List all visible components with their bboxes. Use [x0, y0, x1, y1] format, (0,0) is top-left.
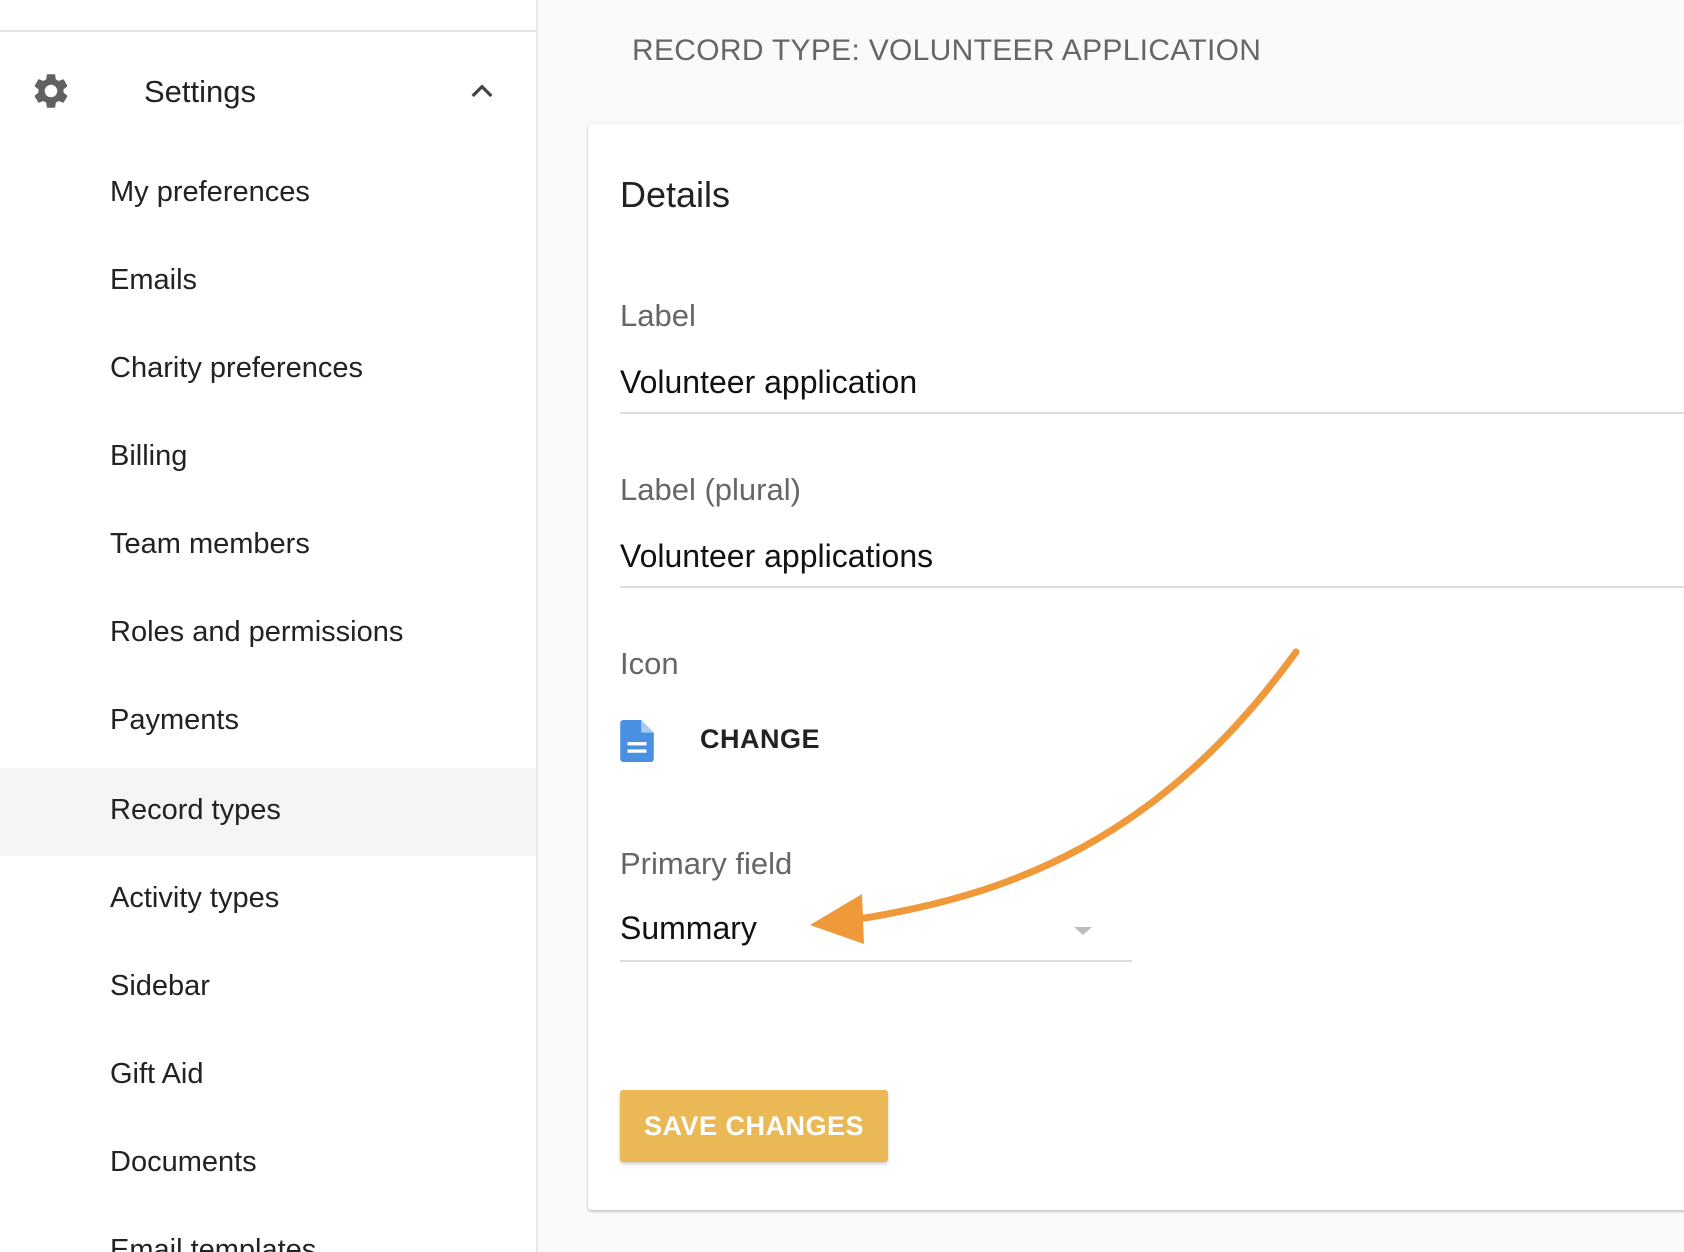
- sidebar-item-label: Record types: [110, 794, 281, 826]
- sidebar-item-roles-and-permissions[interactable]: Roles and permissions: [0, 590, 536, 678]
- sidebar-item-label: Sidebar: [110, 970, 210, 1002]
- sidebar-item-billing[interactable]: Billing: [0, 414, 536, 502]
- primary-field-label: Primary field: [620, 846, 793, 881]
- label-plural-input[interactable]: Volunteer applications: [620, 538, 933, 575]
- settings-label: Settings: [144, 74, 257, 109]
- details-card: Details Label Volunteer application Labe…: [588, 124, 1684, 1210]
- chevron-down-icon[interactable]: [1072, 924, 1094, 938]
- sidebar-item-label: Documents: [110, 1146, 257, 1178]
- primary-field-underline: [620, 960, 1132, 962]
- sidebar-item-label: Payments: [110, 704, 239, 736]
- sidebar-item-email-templates[interactable]: Email templates: [0, 1208, 536, 1252]
- sidebar-item-label: Billing: [110, 440, 188, 472]
- sidebar-item-my-preferences[interactable]: My preferences: [0, 150, 536, 238]
- sidebar-item-label: My preferences: [110, 176, 310, 208]
- settings-section-header[interactable]: Settings: [0, 48, 536, 132]
- sidebar-item-label: Gift Aid: [110, 1058, 204, 1090]
- label-input[interactable]: Volunteer application: [620, 364, 917, 401]
- sidebar-item-label: Roles and permissions: [110, 616, 404, 648]
- sidebar-item-label: Emails: [110, 264, 198, 296]
- sidebar-item-gift-aid[interactable]: Gift Aid: [0, 1032, 536, 1120]
- sidebar-item-activity-types[interactable]: Activity types: [0, 856, 536, 944]
- sidebar-item-label: Activity types: [110, 882, 280, 914]
- sidebar-item-emails[interactable]: Emails: [0, 238, 536, 326]
- primary-field-select[interactable]: Summary: [620, 910, 757, 947]
- card-title: Details: [620, 174, 731, 215]
- label-plural-input-underline: [620, 586, 1684, 588]
- sidebar-item-charity-preferences[interactable]: Charity preferences: [0, 326, 536, 414]
- gear-icon: [34, 74, 68, 108]
- label-input-underline: [620, 412, 1684, 414]
- sidebar-item-payments[interactable]: Payments: [0, 678, 536, 766]
- chevron-up-icon[interactable]: [466, 76, 498, 108]
- label-field-label: Label: [620, 298, 696, 333]
- page-title: RECORD TYPE: VOLUNTEER APPLICATION: [632, 34, 1262, 67]
- sidebar-item-label: Team members: [110, 528, 310, 560]
- sidebar-item-label: Email templates: [110, 1234, 317, 1252]
- sidebar-item-sidebar[interactable]: Sidebar: [0, 944, 536, 1032]
- label-plural-field-label: Label (plural): [620, 472, 801, 507]
- icon-field-label: Icon: [620, 646, 679, 681]
- sidebar-item-record-types[interactable]: Record types: [0, 768, 536, 856]
- save-changes-button[interactable]: SAVE CHANGES: [620, 1090, 888, 1162]
- sidebar: Settings My preferences Emails Charity p…: [0, 0, 538, 1252]
- sidebar-item-team-members[interactable]: Team members: [0, 502, 536, 590]
- sidebar-item-label: Charity preferences: [110, 352, 364, 384]
- change-icon-button[interactable]: CHANGE: [700, 724, 820, 755]
- sidebar-item-documents[interactable]: Documents: [0, 1120, 536, 1208]
- document-icon: [620, 720, 654, 762]
- sidebar-divider: [0, 30, 536, 32]
